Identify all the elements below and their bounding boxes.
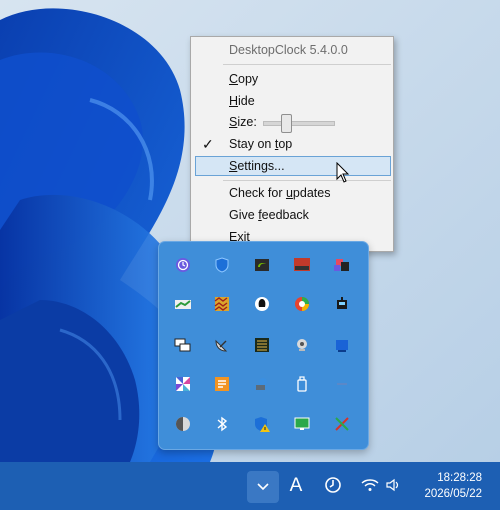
notes-app-icon-graphic: [215, 377, 229, 391]
menu-label-part: eedback: [261, 208, 309, 222]
usb-drive-icon-graphic: [297, 376, 307, 392]
penguin-app-icon-graphic: [255, 297, 269, 311]
menu-accelerator: u: [285, 186, 293, 200]
taskbar-date: 2026/05/22: [424, 488, 482, 500]
mouse-cursor-icon: [336, 162, 350, 183]
shield-warning-icon-graphic: [255, 417, 270, 432]
pinwheel-icon[interactable]: [174, 375, 192, 393]
pattern-app-icon[interactable]: [213, 295, 231, 313]
menu-label-part: ize:: [237, 115, 257, 129]
desktopclock-context-menu: DesktopClock 5.4.0.0 Copy Hide Size: ✓ S…: [190, 36, 394, 252]
robot-app-icon[interactable]: [333, 295, 351, 313]
size-slider-track[interactable]: [263, 121, 335, 126]
chevron-down-icon: [257, 483, 269, 491]
blue-square-icon[interactable]: [333, 336, 351, 354]
menu-label-part: ettings...: [237, 159, 285, 173]
half-circle-icon[interactable]: [174, 415, 192, 433]
menu-item-size: Size:: [193, 112, 391, 133]
menu-label-part: pdates: [292, 186, 331, 200]
monitor-app-icon[interactable]: [293, 256, 311, 274]
blank-icon-graphic: [337, 383, 347, 385]
menu-label-part: opy: [238, 72, 259, 86]
menu-label-part: ide: [238, 94, 255, 108]
satellite-dish-icon-graphic: [215, 339, 228, 352]
bluetooth-icon-graphic: [217, 416, 228, 432]
store-app-icon[interactable]: [333, 256, 351, 274]
network-button[interactable]: [361, 475, 379, 495]
menu-item-settings[interactable]: Settings...: [195, 156, 391, 176]
menu-item-check-updates[interactable]: Check for updates: [193, 183, 391, 203]
menu-item-give-feedback[interactable]: Give feedback: [193, 205, 391, 225]
snipping-icon[interactable]: [333, 415, 351, 433]
blank-icon[interactable]: [333, 375, 351, 393]
pinwheel-icon-graphic: [176, 377, 190, 391]
windows-app-icon-graphic: [174, 338, 191, 352]
robot-app-icon-graphic: [337, 297, 347, 309]
menu-separator: [223, 64, 391, 65]
pattern-app-icon-graphic: [214, 297, 229, 311]
input-method-indicator[interactable]: A: [286, 473, 306, 499]
menu-accelerator: H: [229, 94, 239, 108]
snipping-icon-graphic: [335, 417, 349, 431]
network-share-icon-graphic: [256, 378, 267, 390]
nvidia-icon[interactable]: [253, 256, 271, 274]
menu-separator: [223, 180, 391, 181]
chart-app-icon[interactable]: [174, 295, 192, 313]
bluetooth-icon[interactable]: [213, 415, 231, 433]
size-slider-thumb[interactable]: [281, 114, 293, 133]
satellite-dish-icon[interactable]: [213, 336, 231, 354]
half-circle-icon-graphic: [176, 417, 190, 431]
menu-item-copy[interactable]: Copy: [193, 69, 391, 89]
taskbar-clock[interactable]: 18:28:28 2026/05/22: [424, 470, 482, 502]
penguin-app-icon[interactable]: [253, 295, 271, 313]
colorful-circle-icon[interactable]: [293, 295, 311, 313]
menu-title: DesktopClock 5.4.0.0: [229, 43, 348, 57]
desktopclock-tray-icon[interactable]: [323, 475, 343, 495]
speaker-icon: [386, 478, 399, 492]
volume-button[interactable]: [384, 475, 402, 495]
show-hidden-icons-button[interactable]: [247, 471, 279, 503]
taskbar-time: 18:28:28: [437, 472, 482, 484]
chart-app-icon-graphic: [175, 300, 191, 309]
webcam-icon-graphic: [297, 339, 307, 351]
checkmark-icon: ✓: [202, 136, 214, 152]
menu-accelerator: C: [229, 72, 239, 86]
clock-app-icon[interactable]: [174, 256, 192, 274]
store-app-icon-graphic: [334, 259, 349, 271]
network-monitor-icon-graphic: [294, 417, 310, 430]
defender-shield-icon-graphic: [215, 257, 229, 273]
clock-app-icon-graphic: [176, 258, 190, 272]
menu-item-hide[interactable]: Hide: [193, 91, 391, 111]
taskbar: A 18:28:28 2026/05/22: [0, 462, 500, 510]
blue-square-icon-graphic: [336, 340, 348, 352]
menu-item-stay-on-top[interactable]: ✓ Stay on top: [193, 134, 391, 154]
network-monitor-icon[interactable]: [293, 415, 311, 433]
menu-label-part: Give: [229, 208, 259, 222]
defender-shield-icon[interactable]: [213, 256, 231, 274]
wifi-icon: [361, 479, 379, 491]
colorful-circle-icon-graphic: [295, 297, 309, 311]
nvidia-icon-graphic: [255, 259, 269, 271]
monitor-app-icon-graphic: [294, 258, 310, 271]
windows-app-icon[interactable]: [174, 336, 192, 354]
menu-label-part: Check for: [229, 186, 286, 200]
usb-drive-icon[interactable]: [293, 375, 311, 393]
display-grid-icon-graphic: [255, 338, 269, 352]
menu-label-part: Stay on: [229, 137, 275, 151]
network-share-icon[interactable]: [253, 375, 271, 393]
notes-app-icon[interactable]: [213, 375, 231, 393]
display-grid-icon[interactable]: [253, 336, 271, 354]
menu-label-part: op: [278, 137, 293, 151]
clock-icon: [325, 477, 341, 493]
webcam-icon[interactable]: [293, 336, 311, 354]
shield-warning-icon[interactable]: [253, 415, 271, 433]
tray-overflow-flyout: [158, 241, 369, 450]
